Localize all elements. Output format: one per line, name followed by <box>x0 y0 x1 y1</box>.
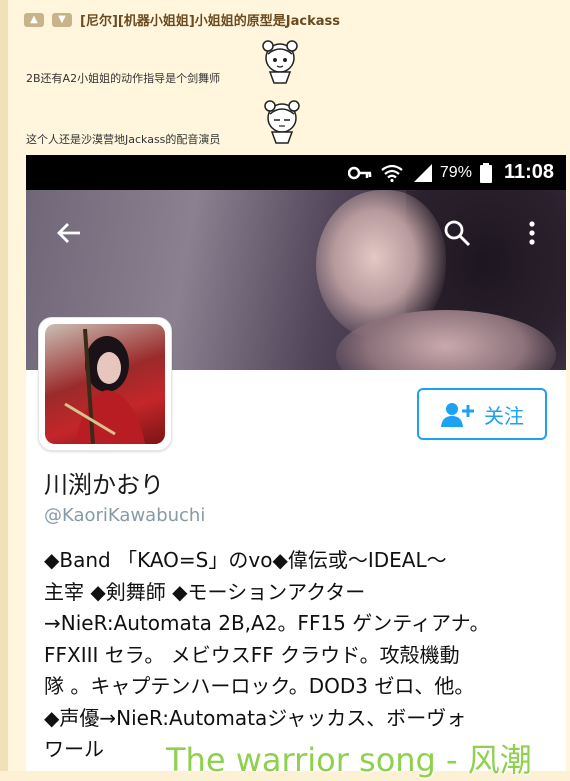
clock: 11:08 <box>503 161 554 183</box>
bio-line: 隊 。キャプテンハーロック。DOD3 ゼロ、他。 <box>44 674 475 698</box>
bio-line: ◆声優→NieR:Automataジャッカス、ボーヴォ <box>44 705 467 730</box>
search-icon[interactable] <box>442 218 472 248</box>
avatar[interactable] <box>38 317 172 451</box>
post-header: ▲ ▼ [尼尔][机器小姐姐]小姐姐的原型是Jackass <box>24 10 340 29</box>
more-options-icon[interactable] <box>522 218 542 248</box>
downvote-button[interactable]: ▼ <box>52 12 72 27</box>
key-icon <box>347 166 372 179</box>
follow-button[interactable]: 关注 <box>417 388 547 440</box>
back-arrow-icon[interactable] <box>54 218 84 248</box>
avatar-image <box>45 324 165 444</box>
follow-button-label: 关注 <box>484 403 524 428</box>
chibi-sticker-icon <box>262 40 298 84</box>
profile-handle: @KaoriKawabuchi <box>44 505 206 526</box>
comment-text: 这个人还是沙漠营地Jackass的配音演员 <box>26 133 221 146</box>
status-bar: 79% 11:08 <box>26 155 566 190</box>
bio-line: FFXIII セラ。 メビウスFF クラウド。攻殻機動 <box>44 642 460 667</box>
bio-line: ◆Band 「KAO=S」のvo◆偉伝或～IDEAL～ <box>44 548 447 572</box>
profile-bio: ◆Band 「KAO=S」のvo◆偉伝或～IDEAL～ 主宰 ◆剣舞師 ◆モーシ… <box>44 545 559 766</box>
bio-line: 主宰 ◆剣舞師 ◆モーションアクター <box>44 579 366 604</box>
battery-icon <box>479 162 492 183</box>
upvote-button[interactable]: ▲ <box>24 12 44 27</box>
forum-post: ▲ ▼ [尼尔][机器小姐姐]小姐姐的原型是Jackass 2B还有A2小姐姐的… <box>0 0 570 779</box>
battery-percentage: 79% <box>439 163 472 181</box>
add-user-icon <box>441 403 474 427</box>
profile-display-name: 川渕かおり <box>44 471 164 499</box>
post-title[interactable]: [尼尔][机器小姐姐]小姐姐的原型是Jackass <box>80 10 340 29</box>
phone-screenshot: 79% 11:08 关注 川渕かおり @KaoriKawabuchi ◆Band… <box>26 155 566 771</box>
wifi-icon <box>381 164 403 182</box>
comment-text: 2B还有A2小姐姐的动作指导是个剑舞师 <box>26 72 221 85</box>
bio-line: →NieR:Automata 2B,A2。FF15 ゲンティアナ。 <box>44 611 490 635</box>
signal-icon <box>413 163 432 182</box>
chibi-sticker-icon <box>264 100 300 144</box>
video-caption: The warrior song - 风潮 <box>166 741 532 779</box>
